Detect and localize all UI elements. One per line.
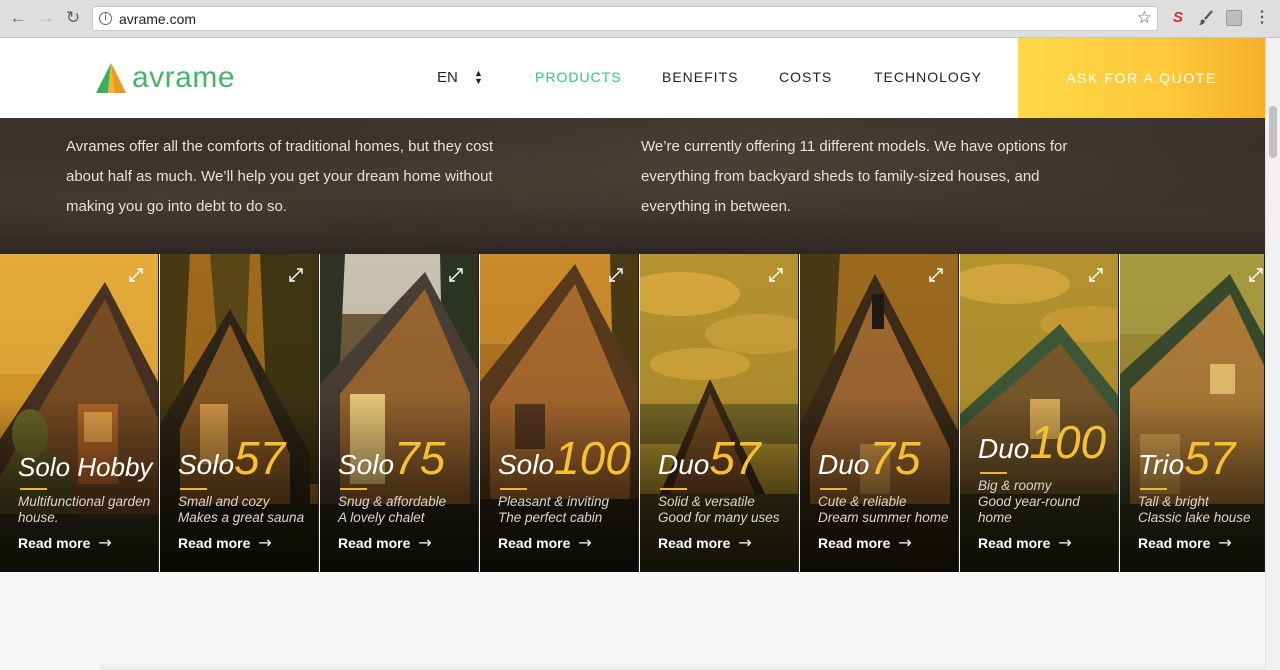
menu-icon[interactable]: ⋮ [1254,10,1270,26]
card-title: Duo57 [658,432,761,484]
arrow-right-icon: → [898,533,912,552]
arrow-right-icon: → [98,533,112,552]
extension-icon[interactable] [1226,10,1242,26]
model-card-trio-57[interactable]: Trio57 Tall & bright Classic lake house … [1120,254,1265,572]
ask-for-quote-button[interactable]: ASK FOR A QUOTE [1018,38,1265,118]
read-more-link[interactable]: Read more → [818,533,912,552]
intro-right-text: We’re currently offering 11 different mo… [641,138,1068,215]
card-title: Solo Hobby [18,452,153,482]
lower-section [0,572,1265,670]
card-description: Multifunctional garden house. [18,494,151,525]
logo[interactable]: avrame [94,60,235,96]
read-more-link[interactable]: Read more → [498,533,592,552]
back-arrow-icon[interactable]: ← [8,8,28,28]
model-card-duo-100[interactable]: Duo100 Big & roomy Good year-round home … [960,254,1119,572]
extension-icon[interactable]: S [1170,10,1186,26]
card-description: Tall & bright Classic lake house [1138,494,1251,525]
title-underline [980,472,1007,474]
title-underline [20,488,47,490]
info-icon[interactable]: i [99,12,112,25]
url-text[interactable]: avrame.com [119,11,196,27]
site-header: avrame EN ▲ ▼ PRODUCTS BENEFITS COSTS TEC… [0,38,1265,118]
title-underline [180,488,207,490]
card-title: Trio57 [1138,432,1236,484]
expand-icon[interactable] [128,267,144,283]
intro-section: Avrames offer all the comforts of tradit… [0,118,1265,254]
read-more-link[interactable]: Read more → [658,533,752,552]
expand-icon[interactable] [608,267,624,283]
arrow-right-icon: → [1058,533,1072,552]
model-cards: Solo Hobby Multifunctional garden house.… [0,254,1265,572]
nav-products[interactable]: PRODUCTS [535,69,622,85]
title-underline [340,488,367,490]
card-description: Small and cozy Makes a great sauna [178,494,305,525]
arrow-right-icon: → [258,533,272,552]
bookmark-star-icon[interactable]: ☆ [1137,8,1152,28]
read-more-link[interactable]: Read more → [178,533,272,552]
model-card-solo-75[interactable]: Solo75 Snug & affordable A lovely chalet… [320,254,479,572]
card-description: Pleasant & inviting The perfect cabin [498,494,610,525]
model-card-solo-hobby[interactable]: Solo Hobby Multifunctional garden house.… [0,254,159,572]
read-more-link[interactable]: Read more → [338,533,432,552]
logo-text: avrame [132,61,236,94]
page-scrollbar[interactable] [1265,38,1280,670]
arrow-right-icon: → [418,533,432,552]
intro-left-text: Avrames offer all the comforts of tradit… [66,138,494,215]
scrollbar-thumb[interactable] [1269,106,1277,158]
expand-icon[interactable] [1248,267,1264,283]
logo-mark-icon [96,63,126,93]
model-card-duo-57[interactable]: Duo57 Solid & versatile Good for many us… [640,254,799,572]
title-underline [1140,488,1167,490]
expand-icon[interactable] [928,267,944,283]
arrow-right-icon: → [578,533,592,552]
forward-arrow-icon[interactable]: → [36,8,56,28]
model-card-duo-75[interactable]: Duo75 Cute & reliable Dream summer home … [800,254,959,572]
title-underline [820,488,847,490]
card-title: Solo57 [178,432,286,484]
card-title: Solo75 [338,432,446,484]
card-title: Solo100 [498,432,631,484]
card-description: Cute & reliable Dream summer home [818,494,949,525]
arrow-right-icon: → [1218,533,1232,552]
language-select[interactable]: EN [437,69,458,86]
language-arrows-icon[interactable]: ▲ ▼ [474,69,483,86]
expand-icon[interactable] [768,267,784,283]
card-description: Snug & affordable A lovely chalet [338,494,447,525]
title-underline [660,488,687,490]
nav-costs[interactable]: COSTS [779,69,832,85]
browser-toolbar: ← → ↻ i avrame.com ☆ S ⋮ [0,0,1280,38]
card-description: Big & roomy Good year-round home [978,478,1080,525]
model-card-solo-57[interactable]: Solo57 Small and cozy Makes a great saun… [160,254,319,572]
read-more-link[interactable]: Read more → [18,533,112,552]
address-bar[interactable]: i avrame.com ☆ [92,6,1158,31]
expand-icon[interactable] [1088,267,1104,283]
card-title: Duo100 [978,416,1107,468]
card-description: Solid & versatile Good for many uses [658,494,780,525]
expand-icon[interactable] [288,267,304,283]
nav-benefits[interactable]: BENEFITS [662,69,738,85]
reload-icon[interactable]: ↻ [63,8,83,28]
read-more-link[interactable]: Read more → [978,533,1072,552]
nav-technology[interactable]: TECHNOLOGY [874,69,982,85]
model-card-solo-100[interactable]: Solo100 Pleasant & inviting The perfect … [480,254,639,572]
read-more-link[interactable]: Read more → [1138,533,1232,552]
brush-extension-icon[interactable] [1198,10,1214,26]
arrow-right-icon: → [738,533,752,552]
title-underline [500,488,527,490]
expand-icon[interactable] [448,267,464,283]
card-title: Duo75 [818,432,921,484]
